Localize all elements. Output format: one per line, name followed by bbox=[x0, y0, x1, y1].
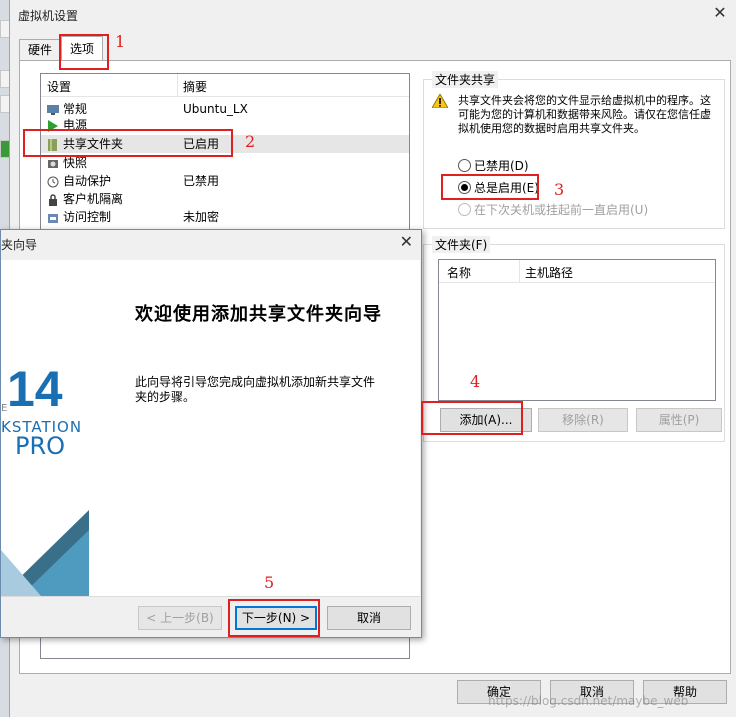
access-control-icon bbox=[47, 211, 59, 223]
item-name: 客户机隔离 bbox=[63, 192, 124, 206]
item-summary: 未加密 bbox=[183, 210, 220, 224]
annotation-box-shared-folders bbox=[23, 129, 233, 157]
product-banner: 14 E KSTATION PRO bbox=[1, 260, 89, 596]
annotation-number-2: 2 bbox=[245, 132, 256, 151]
annotation-number-1: 1 bbox=[115, 32, 126, 51]
close-icon[interactable]: ✕ bbox=[711, 4, 729, 22]
product-edition: PRO bbox=[15, 432, 66, 460]
radio-button bbox=[458, 203, 471, 216]
window-title: 虚拟机设置 bbox=[18, 9, 79, 23]
properties-button[interactable]: 属性(P) bbox=[636, 408, 722, 432]
annotation-number-5: 5 bbox=[264, 573, 275, 592]
snapshot-icon bbox=[47, 157, 59, 169]
list-item-access-control[interactable]: 访问控制 未加密 bbox=[41, 208, 409, 226]
item-name: 访问控制 bbox=[63, 210, 112, 224]
remove-button[interactable]: 移除(R) bbox=[538, 408, 628, 432]
back-button[interactable]: < 上一步(B) bbox=[138, 606, 222, 630]
item-summary: 已禁用 bbox=[183, 174, 220, 188]
wizard-cancel-button[interactable]: 取消 bbox=[327, 606, 411, 630]
annotation-box-options-tab bbox=[59, 34, 109, 70]
folders-list-header: 名称 主机路径 bbox=[439, 260, 715, 283]
radio-until-poweroff[interactable]: 在下次关机或挂起前一直启用(U) bbox=[458, 201, 648, 218]
folders-label: 文件夹(F) bbox=[432, 236, 491, 253]
item-name: 自动保护 bbox=[63, 174, 112, 188]
folder-sharing-label: 文件夹共享 bbox=[432, 71, 499, 88]
close-icon[interactable]: ✕ bbox=[400, 232, 413, 251]
radio-label: 已禁用(D) bbox=[474, 159, 529, 173]
product-letter: E bbox=[1, 403, 8, 414]
clock-icon bbox=[47, 175, 59, 188]
warning-icon bbox=[431, 92, 449, 111]
list-item-guest-isolation[interactable]: 客户机隔离 bbox=[41, 190, 409, 208]
annotation-box-next-button bbox=[228, 599, 320, 637]
column-header-host-path: 主机路径 bbox=[525, 266, 574, 280]
watermark: https://blog.csdn.net/maybe_web bbox=[488, 694, 689, 708]
wizard-description: 此向导将引导您完成向虚拟机添加新共享文件夹的步骤。 bbox=[135, 375, 376, 404]
wizard-title: 夹向导 bbox=[1, 238, 38, 252]
radio-label: 在下次关机或挂起前一直启用(U) bbox=[474, 203, 649, 217]
wizard-content: 14 E KSTATION PRO 欢迎使用添加共享文件夹向导 此向导将引导您完… bbox=[1, 260, 420, 597]
warning-text: 共享文件夹会将您的文件显示给虚拟机中的程序。这可能为您的计算机和数据带来风险。请… bbox=[458, 94, 711, 135]
wizard-heading: 欢迎使用添加共享文件夹向导 bbox=[135, 304, 382, 325]
version-number: 14 bbox=[7, 361, 63, 417]
annotation-number-4: 4 bbox=[470, 372, 481, 391]
lock-icon bbox=[47, 193, 59, 206]
list-header: 设置 摘要 bbox=[41, 74, 409, 97]
folder-sharing-group: 共享文件夹会将您的文件显示给虚拟机中的程序。这可能为您的计算机和数据带来风险。请… bbox=[423, 79, 725, 229]
annotation-box-add-button bbox=[421, 401, 523, 435]
column-header-setting: 设置 bbox=[47, 80, 72, 94]
annotation-number-3: 3 bbox=[554, 180, 565, 199]
tab-hardware[interactable]: 硬件 bbox=[19, 39, 62, 61]
column-header-summary: 摘要 bbox=[183, 80, 208, 94]
annotation-box-always-enabled bbox=[441, 174, 539, 200]
radio-button bbox=[458, 159, 471, 172]
list-item-autoprotect[interactable]: 自动保护 已禁用 bbox=[41, 172, 409, 190]
add-shared-folder-wizard: 夹向导 ✕ 14 E KSTATION PRO 欢迎使用添加共享文件夹向导 此向… bbox=[0, 229, 422, 638]
monitor-icon bbox=[47, 103, 59, 115]
column-header-name: 名称 bbox=[447, 266, 472, 280]
radio-disabled[interactable]: 已禁用(D) bbox=[458, 157, 529, 174]
